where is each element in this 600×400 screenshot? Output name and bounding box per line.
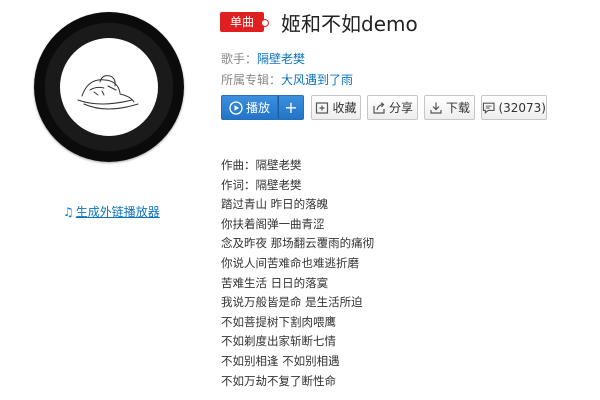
- comment-count: (32073): [498, 100, 546, 115]
- share-label: 分享: [388, 101, 413, 115]
- play-button[interactable]: 播放: [221, 95, 278, 120]
- lyric-line: 我说万般皆是命 是生活所迫: [221, 295, 363, 310]
- album-row: 所属专辑：大风遇到了雨: [221, 71, 353, 88]
- lyric-line: 作曲：隔壁老樊: [221, 158, 302, 172]
- play-circle-icon: [229, 100, 243, 115]
- singer-link[interactable]: 隔壁老樊: [257, 52, 305, 66]
- share-icon: [373, 101, 385, 114]
- lyric-line: 不如剃度出家斩断七情: [221, 334, 336, 349]
- lyric-line: 你扶着阁弹一曲青涩: [221, 216, 325, 231]
- album-label: 所属专辑：: [221, 73, 282, 87]
- lyric-line: 不如万劫不复了断性命: [221, 373, 336, 388]
- song-title: 姬和不如demo: [281, 12, 418, 36]
- lyric-line: 作词：隔壁老樊: [221, 177, 302, 192]
- album-cover-vinyl: [34, 12, 184, 162]
- collect-label: 收藏: [332, 101, 357, 115]
- share-button[interactable]: 分享: [367, 95, 418, 120]
- music-note-icon: ♫: [63, 205, 74, 219]
- singer-label: 歌手：: [221, 52, 258, 66]
- comment-button[interactable]: (32073): [481, 95, 547, 120]
- collect-icon: [316, 101, 329, 114]
- lyric-line: 苦难生活 日日的落寞: [221, 275, 329, 290]
- lyrics-block: 作曲：隔壁老樊 作词：隔壁老樊 踏过青山 昨日的落魄 你扶着阁弹一曲青涩 念及昨…: [221, 156, 374, 391]
- album-art: [60, 38, 158, 136]
- singer-row: 歌手：隔壁老樊: [221, 50, 305, 67]
- download-button[interactable]: 下载: [424, 95, 475, 120]
- sleeping-figure-drawing: [77, 75, 139, 110]
- lyric-line: 踏过青山 昨日的落魄: [221, 197, 329, 212]
- play-label: 播放: [245, 101, 270, 115]
- album-link[interactable]: 大风遇到了雨: [281, 73, 353, 87]
- lyric-line: 不如菩提树下割肉喂鹰: [221, 314, 336, 329]
- generate-external-player-link[interactable]: ♫ 生成外链播放器: [63, 203, 160, 220]
- comment-icon: [482, 102, 495, 114]
- lyric-line: 念及昨夜 那场翻云覆雨的痛彻: [221, 236, 375, 251]
- add-to-playlist-button[interactable]: +: [278, 95, 304, 120]
- lyric-line: 你说人间苦难命也难逃折磨: [221, 255, 359, 270]
- download-icon: [430, 102, 442, 114]
- lyric-line: 不如别相逢 不如别相遇: [221, 353, 340, 368]
- single-badge: 单曲: [220, 12, 270, 32]
- download-label: 下载: [445, 101, 470, 115]
- collect-button[interactable]: 收藏: [311, 95, 361, 120]
- generate-link-label[interactable]: 生成外链播放器: [76, 205, 160, 219]
